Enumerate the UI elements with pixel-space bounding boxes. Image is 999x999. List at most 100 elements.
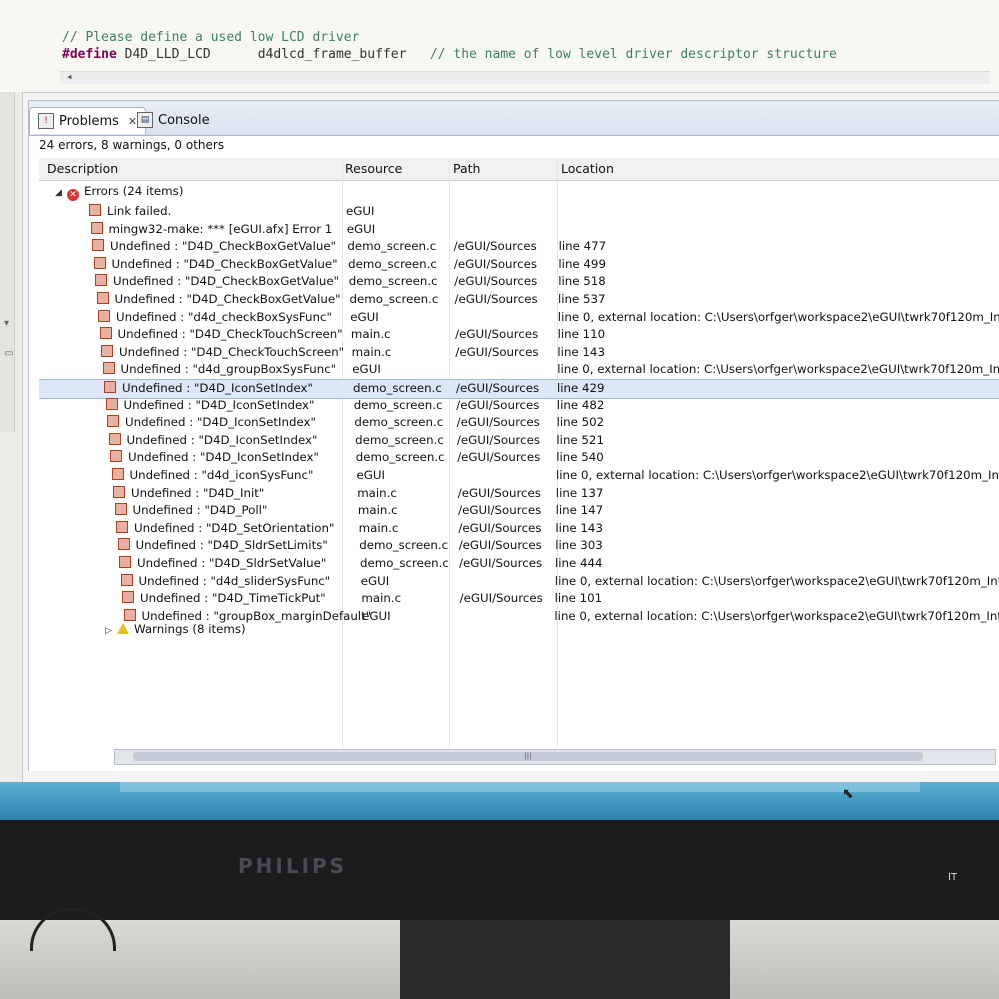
collapse-triangle-icon[interactable]: ◢ [55, 188, 67, 198]
row-resource: main.c [351, 344, 392, 359]
table-row[interactable]: Undefined : "D4D_SetOrientation" main.c/e… [39, 520, 999, 538]
error-marker-icon [113, 485, 125, 498]
row-location: line 143 [557, 344, 605, 359]
table-row[interactable]: Undefined : "D4D_CheckBoxGetValue" demo_s… [39, 291, 999, 309]
table-row[interactable]: Undefined : "D4D_TimeTickPut" main.c/eGUI… [39, 590, 999, 608]
error-marker-icon [104, 381, 116, 393]
column-header-resource[interactable]: Resource [345, 161, 402, 176]
mouse-cursor-icon: ⬉ [842, 786, 854, 802]
table-row[interactable]: Undefined : "d4d_sliderSysFunc" eGUI line … [39, 573, 999, 591]
row-location: line 482 [556, 397, 605, 412]
row-description-text: Undefined : "D4D_CheckTouchScreen" [117, 327, 343, 342]
scrollbar-thumb[interactable]: ||| [133, 752, 923, 761]
define-name: D4D_LLD_LCD [124, 47, 211, 62]
row-description: Undefined : "D4D_Poll" [114, 503, 267, 517]
row-resource: demo_screen.c [347, 239, 437, 254]
table-row[interactable]: Undefined : "D4D_Poll" main.c/eGUI/Source… [39, 502, 999, 520]
error-marker-icon [99, 327, 112, 340]
table-row[interactable]: Undefined : "d4d_groupBoxSysFunc" eGUI lin… [39, 361, 999, 379]
column-header-description[interactable]: Description [47, 161, 118, 176]
row-resource: eGUI [356, 468, 386, 482]
code-editor[interactable]: // Please define a used low LCD driver #… [0, 0, 999, 93]
table-row[interactable]: Undefined : "D4D_SldrSetLimits" demo_scre… [39, 537, 999, 555]
row-description: Undefined : "D4D_SetOrientation" [116, 520, 335, 535]
row-description: Undefined : "D4D_TimeTickPut" [122, 591, 326, 605]
table-row[interactable]: Undefined : "D4D_SldrSetValue" demo_scree… [39, 555, 999, 573]
row-description: Undefined : "D4D_CheckBoxGetValue" [93, 256, 338, 271]
row-description-text: Undefined : "D4D_CheckBoxGetValue" [110, 239, 337, 254]
minimize-icon[interactable]: ▭ [4, 348, 13, 359]
left-vertical-scrollbar[interactable] [0, 92, 15, 432]
column-header-path[interactable]: Path [453, 161, 480, 176]
console-icon: ▤ [137, 112, 153, 128]
row-location: line 143 [555, 520, 603, 535]
row-location: line 477 [558, 239, 607, 254]
row-path: /eGUI/Sources [459, 591, 543, 606]
table-row[interactable]: Undefined : "D4D_CheckBoxGetValue" demo_s… [39, 238, 999, 256]
table-row[interactable]: Undefined : "D4D_IconSetIndex" demo_scree… [39, 432, 999, 450]
scroll-left-arrow-icon[interactable]: ◂ [66, 70, 73, 83]
left-side-panel: ▾ ▭ [0, 92, 23, 782]
row-description-text: Undefined : "d4d_sliderSysFunc" [138, 573, 331, 588]
editor-horizontal-scrollbar[interactable]: ◂ [60, 70, 990, 84]
row-path: /eGUI/Sources [459, 556, 543, 570]
warning-icon [117, 623, 129, 635]
table-row[interactable]: Undefined : "D4D_Init" main.c/eGUI/Source… [39, 485, 999, 503]
row-description-text: Undefined : "D4D_IconSetIndex" [128, 450, 319, 465]
row-resource: demo_screen.c [353, 397, 443, 412]
row-resource: main.c [358, 520, 399, 535]
row-description: Undefined : "D4D_CheckBoxGetValue" [95, 274, 339, 288]
row-path: /eGUI/Sources [456, 397, 540, 412]
row-location: line 137 [555, 485, 604, 500]
table-row[interactable]: Undefined : "D4D_IconSetIndex" demo_scree… [39, 414, 999, 432]
expand-triangle-icon[interactable]: ▷ [105, 626, 117, 636]
row-resource: main.c [357, 503, 398, 518]
table-horizontal-scrollbar[interactable]: ||| [114, 749, 996, 765]
error-marker-icon [93, 256, 106, 269]
row-resource: demo_screen.c [348, 256, 437, 271]
row-description: Undefined : "d4d_iconSysFunc" [111, 468, 313, 482]
error-marker-icon [108, 432, 121, 445]
error-marker-icon [120, 573, 133, 586]
table-row[interactable]: mingw32-make: *** [eGUI.afx] Error 1 eGUI [39, 221, 999, 239]
error-marker-icon [89, 204, 101, 216]
table-row[interactable]: Undefined : "D4D_CheckBoxGetValue" demo_s… [39, 273, 999, 291]
column-header-location[interactable]: Location [561, 161, 614, 176]
row-path: /eGUI/Sources [454, 292, 538, 306]
row-description-text: Undefined : "D4D_CheckBoxGetValue" [113, 274, 340, 289]
language-indicator[interactable]: IT [948, 872, 957, 883]
error-marker-icon [107, 415, 119, 428]
tab-console[interactable]: ▤ Console [129, 107, 218, 133]
error-marker-icon [102, 362, 115, 375]
table-row[interactable]: Undefined : "d4d_iconSysFunc" eGUI line 0,… [39, 467, 999, 485]
row-resource: demo_screen.c [355, 450, 445, 465]
row-description-text: Undefined : "D4D_SetOrientation" [134, 520, 335, 535]
row-path: /eGUI/Sources [457, 485, 541, 500]
errors-group-label: Errors (24 items) [84, 184, 184, 198]
row-location: line 147 [555, 503, 604, 518]
row-description: Undefined : "D4D_CheckBoxGetValue" [92, 239, 336, 253]
table-row[interactable]: Link failed. eGUI [39, 203, 999, 221]
table-row[interactable]: Undefined : "D4D_IconSetIndex" demo_scree… [39, 397, 999, 415]
scroll-down-arrow-icon[interactable]: ▾ [4, 318, 9, 329]
row-resource: eGUI [352, 362, 381, 377]
view-tabs: ! Problems ✕ ▤ Console [29, 101, 999, 136]
row-resource: main.c [350, 327, 391, 342]
code-define-line: #define D4D_LLD_LCD d4dlcd_frame_buffer … [62, 47, 837, 62]
error-marker-icon [123, 608, 136, 621]
table-row[interactable]: Undefined : "D4D_IconSetIndex" demo_scree… [39, 449, 999, 467]
row-resource: demo_screen.c [353, 381, 442, 395]
warnings-group-label: Warnings (8 items) [134, 622, 246, 637]
warnings-group-row[interactable]: ▷ Warnings (8 items) [39, 621, 999, 639]
table-row[interactable]: Undefined : "D4D_CheckTouchScreen" main.c… [39, 326, 999, 344]
row-location: line 0, external location: C:\Users\orfg… [556, 468, 999, 482]
errors-group-row[interactable]: ◢ ✕ Errors (24 items) [39, 183, 999, 201]
row-resource: eGUI [346, 204, 375, 218]
table-row[interactable]: Undefined : "d4d_checkBoxSysFunc" eGUI lin… [39, 309, 999, 327]
row-description: Undefined : "d4d_groupBoxSysFunc" [102, 362, 336, 376]
monitor-brand-logo: PHILIPS [238, 854, 348, 878]
row-resource: eGUI [346, 221, 376, 236]
table-row[interactable]: Undefined : "D4D_CheckTouchScreen" main.c… [39, 344, 999, 362]
table-row[interactable]: Undefined : "D4D_CheckBoxGetValue" demo_s… [39, 256, 999, 274]
row-description-text: Undefined : "D4D_SldrSetLimits" [135, 538, 328, 553]
